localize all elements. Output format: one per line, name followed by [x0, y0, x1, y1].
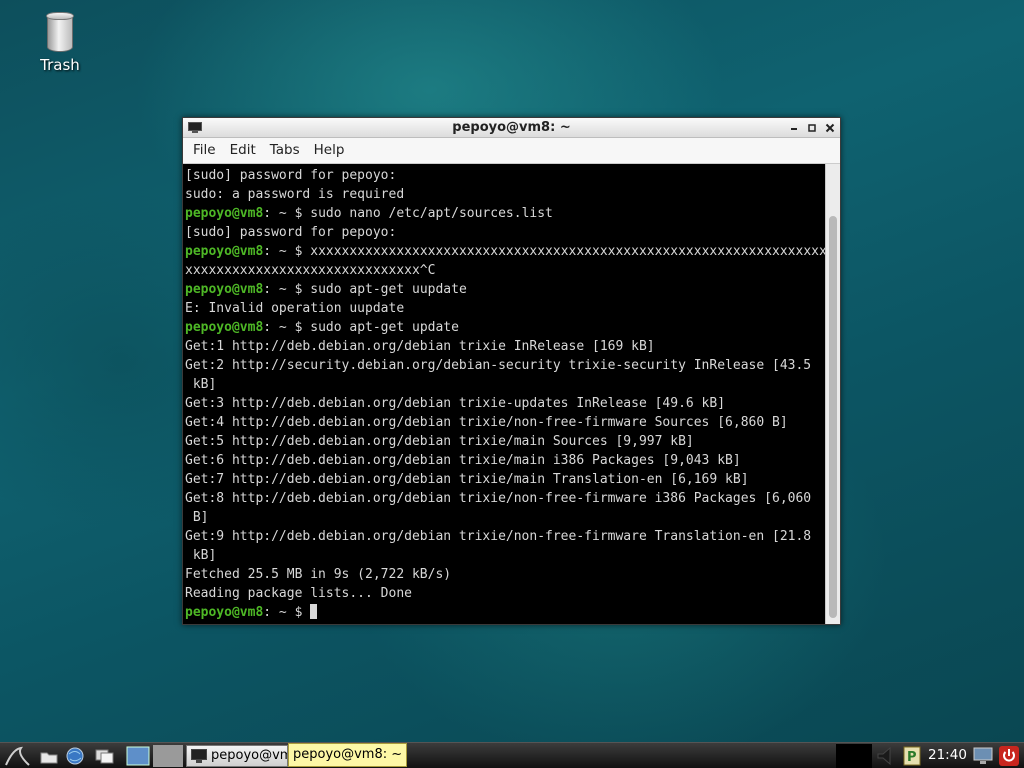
prompt-path: : ~: [263, 282, 287, 297]
prompt-user-host: pepoyo@vm8: [185, 206, 264, 221]
trash-icon: [46, 12, 74, 52]
terminal-line: Get:4 http://deb.debian.org/debian trixi…: [185, 413, 825, 432]
line-text: $: [286, 605, 311, 620]
window-title: pepoyo@vm8: ~: [452, 120, 571, 135]
prompt-path: : ~: [263, 605, 287, 620]
prompt-path: : ~: [263, 320, 287, 335]
terminal-line: [sudo] password for pepoyo:: [185, 223, 825, 242]
line-text: Reading package lists... Done: [185, 586, 412, 601]
window-titlebar[interactable]: pepoyo@vm8: ~: [183, 118, 840, 138]
line-text: Get:1 http://deb.debian.org/debian trixi…: [185, 339, 655, 354]
maximize-icon: [808, 124, 816, 132]
speaker-icon[interactable]: [874, 745, 900, 767]
terminal-line: kB]: [185, 546, 825, 565]
tray-volume-area[interactable]: [836, 744, 872, 768]
menu-edit[interactable]: Edit: [223, 138, 263, 163]
text-cursor: [310, 604, 318, 619]
terminal-line: Fetched 25.5 MB in 9s (2,722 kB/s): [185, 565, 825, 584]
close-button[interactable]: [822, 120, 838, 136]
power-icon[interactable]: [998, 745, 1020, 767]
taskbar-terminal-button[interactable]: pepoyo@vm: [186, 745, 288, 767]
prompt-user-host: pepoyo@vm8: [185, 244, 264, 259]
line-text: Get:2 http://security.debian.org/debian-…: [185, 358, 812, 373]
prompt-user-host: pepoyo@vm8: [185, 320, 264, 335]
line-text: Get:3 http://deb.debian.org/debian trixi…: [185, 396, 726, 411]
menu-bar: File Edit Tabs Help: [183, 138, 840, 164]
terminal-line: B]: [185, 508, 825, 527]
terminal-line: xxxxxxxxxxxxxxxxxxxxxxxxxxxxxx^C: [185, 261, 825, 280]
line-text: $ xxxxxxxxxxxxxxxxxxxxxxxxxxxxxxxxxxxxxx…: [294, 244, 825, 259]
terminal-window: pepoyo@vm8: ~ File Edit Tabs Help [sudo]…: [182, 117, 841, 625]
terminal-line: Reading package lists... Done: [185, 584, 825, 603]
prompt-user-host: pepoyo@vm8: [185, 282, 264, 297]
clipboard-icon[interactable]: P: [902, 745, 922, 767]
terminal-line: Get:7 http://deb.debian.org/debian trixi…: [185, 470, 825, 489]
menu-file[interactable]: File: [186, 138, 223, 163]
line-text: [sudo] password for pepoyo:: [185, 168, 397, 183]
line-text: Get:9 http://deb.debian.org/debian trixi…: [185, 529, 812, 544]
line-text: B]: [185, 510, 209, 525]
menu-tabs[interactable]: Tabs: [263, 138, 307, 163]
monitor-icon[interactable]: [972, 745, 994, 767]
terminal-line: pepoyo@vm8: ~ $ sudo apt-get uupdate: [185, 280, 825, 299]
terminal-line: Get:3 http://deb.debian.org/debian trixi…: [185, 394, 825, 413]
line-text: Get:7 http://deb.debian.org/debian trixi…: [185, 472, 749, 487]
line-text: Get:5 http://deb.debian.org/debian trixi…: [185, 434, 694, 449]
terminal-line: E: Invalid operation uupdate: [185, 299, 825, 318]
terminal-line: Get:1 http://deb.debian.org/debian trixi…: [185, 337, 825, 356]
line-text: kB]: [185, 548, 217, 563]
desktop-pager-icon[interactable]: [126, 745, 150, 767]
terminal-line: Get:5 http://deb.debian.org/debian trixi…: [185, 432, 825, 451]
line-text: sudo: a password is required: [185, 187, 405, 202]
terminal-line: sudo: a password is required: [185, 185, 825, 204]
line-text: Get:6 http://deb.debian.org/debian trixi…: [185, 453, 741, 468]
terminal-line: kB]: [185, 375, 825, 394]
terminal-line: [sudo] password for pepoyo:: [185, 166, 825, 185]
prompt-user-host: pepoyo@vm8: [185, 605, 264, 620]
close-icon: [825, 123, 835, 133]
terminal-app-icon: [188, 122, 202, 133]
line-text: $ sudo apt-get update: [286, 320, 459, 335]
minimize-button[interactable]: [786, 120, 802, 136]
terminal-line: Get:8 http://deb.debian.org/debian trixi…: [185, 489, 825, 508]
trash-label: Trash: [40, 56, 80, 74]
line-text: Get:8 http://deb.debian.org/debian trixi…: [185, 491, 812, 506]
svg-text:P: P: [907, 750, 917, 765]
line-text: [sudo] password for pepoyo:: [185, 225, 397, 240]
taskbar: pepoyo@vm P 21:40: [0, 742, 1024, 768]
task-label: pepoyo@vm: [211, 748, 288, 763]
terminal-line: Get:9 http://deb.debian.org/debian trixi…: [185, 527, 825, 546]
scrollbar-thumb[interactable]: [829, 216, 837, 618]
workspace-2[interactable]: [153, 745, 183, 767]
line-text: kB]: [185, 377, 217, 392]
lxde-menu-icon[interactable]: [3, 745, 33, 767]
terminal-line: pepoyo@vm8: ~ $: [185, 603, 825, 622]
minimize-icon: [791, 128, 797, 130]
task-tooltip: pepoyo@vm8: ~: [288, 743, 408, 767]
maximize-button[interactable]: [804, 120, 820, 136]
menu-help[interactable]: Help: [307, 138, 352, 163]
line-text: E: Invalid operation uupdate: [185, 301, 405, 316]
line-text: $ sudo apt-get uupdate: [286, 282, 467, 297]
desktop-icon-trash[interactable]: Trash: [30, 12, 90, 74]
prompt-path: : ~: [263, 244, 287, 259]
terminal-output[interactable]: [sudo] password for pepoyo: sudo: a passw…: [183, 164, 825, 624]
file-manager-icon[interactable]: [38, 745, 60, 767]
line-text: Get:4 http://deb.debian.org/debian trixi…: [185, 415, 788, 430]
terminal-scrollbar[interactable]: [825, 164, 840, 624]
terminal-icon: [191, 749, 207, 763]
clock[interactable]: 21:40: [928, 743, 967, 768]
terminal-line: pepoyo@vm8: ~ $ sudo nano /etc/apt/sourc…: [185, 204, 825, 223]
line-text: Fetched 25.5 MB in 9s (2,722 kB/s): [185, 567, 452, 582]
line-text: $ sudo nano /etc/apt/sources.list: [286, 206, 553, 221]
line-text: xxxxxxxxxxxxxxxxxxxxxxxxxxxxxx^C: [185, 263, 436, 278]
terminal-line: Get:6 http://deb.debian.org/debian trixi…: [185, 451, 825, 470]
terminal-line: pepoyo@vm8: ~ $ xxxxxxxxxxxxxxxxxxxxxxxx…: [185, 242, 825, 261]
web-browser-icon[interactable]: [64, 745, 86, 767]
terminal-line: Get:2 http://security.debian.org/debian-…: [185, 356, 825, 375]
terminal-line: pepoyo@vm8: ~ $ sudo apt-get update: [185, 318, 825, 337]
prompt-path: : ~: [263, 206, 287, 221]
window-switch-icon[interactable]: [93, 745, 117, 767]
